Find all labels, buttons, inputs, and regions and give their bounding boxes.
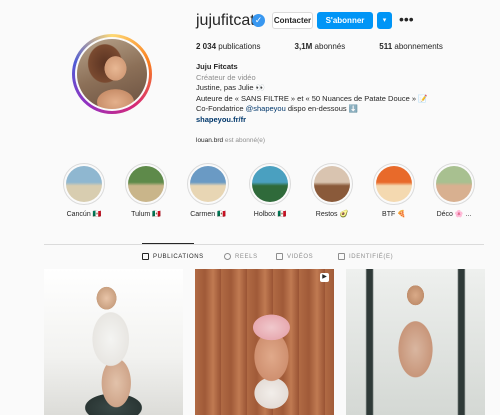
tagged-icon <box>338 253 345 260</box>
avatar-image <box>77 39 147 109</box>
bio-category: Créateur de vidéo <box>196 72 256 82</box>
highlight-deco[interactable]: Déco 🌸 ... <box>424 163 484 218</box>
tab-publications[interactable]: PUBLICATIONS <box>142 253 204 260</box>
highlight-label: Carmen 🇲🇽 <box>190 211 226 218</box>
story-highlights: Cancún 🇲🇽 Tulum 🇲🇽 Carmen 🇲🇽 Holbox 🇲🇽 R… <box>54 163 484 223</box>
highlight-image <box>252 166 288 202</box>
highlight-btf[interactable]: BTF 🍕 <box>364 163 424 218</box>
highlight-label: Restos 🥑 <box>315 211 349 218</box>
highlight-image <box>376 166 412 202</box>
highlight-carmen[interactable]: Carmen 🇲🇽 <box>178 163 238 218</box>
highlight-tulum[interactable]: Tulum 🇲🇽 <box>116 163 176 218</box>
profile-avatar[interactable] <box>72 34 152 114</box>
reel-icon: ▶ <box>320 273 329 282</box>
highlight-image <box>314 166 350 202</box>
bio-website-link[interactable]: shapeyou.fr/fr <box>196 115 456 126</box>
profile-bio: Juju Fitcats Créateur de vidéo Justine, … <box>196 62 456 125</box>
highlight-label: Holbox 🇲🇽 <box>253 211 287 218</box>
stat-followers[interactable]: 3,1M abonnés <box>295 42 346 51</box>
active-tab-indicator <box>142 243 194 244</box>
highlight-image <box>190 166 226 202</box>
profile-stats: 2 034 publications 3,1M abonnés 511 abon… <box>196 42 477 51</box>
highlight-label: Tulum 🇲🇽 <box>131 211 161 218</box>
bio-line: Co-Fondatrice @shapeyou dispo en-dessous… <box>196 104 359 113</box>
bio-line: Auteure de « SANS FILTRE » et « 50 Nuanc… <box>196 93 428 103</box>
highlight-image <box>128 166 164 202</box>
post-thumbnail[interactable]: ▶ <box>195 269 334 415</box>
tabs-divider <box>44 244 484 245</box>
chevron-down-icon[interactable]: ▾ <box>377 12 392 29</box>
stat-following[interactable]: 511 abonnements <box>379 42 443 51</box>
highlight-label: Déco 🌸 ... <box>436 211 472 218</box>
highlight-label: BTF 🍕 <box>382 211 406 218</box>
bio-line: Justine, pas Julie 👀 <box>196 83 265 92</box>
post-thumbnail[interactable] <box>346 269 485 415</box>
highlight-holbox[interactable]: Holbox 🇲🇽 <box>240 163 300 218</box>
more-options-icon[interactable]: ••• <box>399 11 414 27</box>
reels-icon <box>224 253 231 260</box>
tab-tagged[interactable]: IDENTIFIÉ(E) <box>338 253 393 260</box>
grid-icon <box>142 253 149 260</box>
highlight-image <box>436 166 472 202</box>
followed-by[interactable]: louan.brd est abonné(e) <box>196 137 265 144</box>
follow-button[interactable]: S'abonner <box>317 12 373 29</box>
highlight-label: Cancún 🇲🇽 <box>66 211 102 218</box>
contact-button[interactable]: Contacter <box>272 12 313 29</box>
verified-badge-icon: ✓ <box>252 14 265 27</box>
highlight-cancun[interactable]: Cancún 🇲🇽 <box>54 163 114 218</box>
video-icon <box>276 253 283 260</box>
tab-videos[interactable]: VIDÉOS <box>276 253 313 260</box>
shapeyou-tag-link[interactable]: @shapeyou <box>246 104 286 113</box>
highlight-image <box>66 166 102 202</box>
post-thumbnail[interactable] <box>44 269 183 415</box>
tab-reels[interactable]: REELS <box>224 253 258 260</box>
bio-name: Juju Fitcats <box>196 62 238 71</box>
highlight-restos[interactable]: Restos 🥑 <box>302 163 362 218</box>
stat-posts[interactable]: 2 034 publications <box>196 42 261 51</box>
